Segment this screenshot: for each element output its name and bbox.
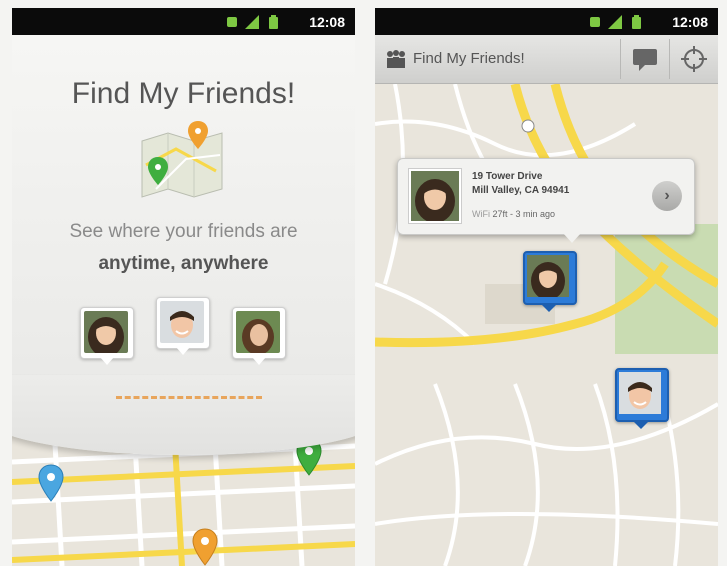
splash-header: Find My Friends! See where your friends … [12,35,355,455]
status-time: 12:08 [309,14,345,30]
android-icon [227,17,237,27]
friends-app-icon [387,50,405,68]
avatar [84,311,128,353]
avatar [619,372,661,414]
friend-avatar-2 [156,297,210,355]
status-bar: 12:08 [375,8,718,35]
friends-map[interactable] [375,82,718,566]
address-line1: 19 Tower Drive [472,171,543,182]
time-ago-label: 3 min ago [515,209,556,219]
details-button[interactable]: › [652,181,682,211]
avatar [527,255,569,297]
friend-avatar-3 [232,307,286,365]
battery-icon [269,15,278,29]
action-bar-title: Find My Friends! [413,50,525,67]
avatar [236,311,280,353]
chevron-right-icon: › [664,187,670,204]
callout-avatar [408,168,462,224]
status-bar: 12:08 [12,8,355,35]
status-icons [227,15,278,29]
locate-button[interactable] [670,35,718,83]
chat-icon [633,49,657,71]
status-icons [590,15,641,29]
signal-icon [608,15,622,29]
callout-tail [563,233,581,243]
friend-map-pin-2[interactable] [615,368,669,430]
friend-map-pin-1[interactable] [523,251,577,313]
orange-map-marker-icon[interactable] [192,528,218,566]
android-icon [590,17,600,27]
address-line2: Mill Valley, CA 94941 [472,185,570,196]
folded-map-icon [141,121,223,198]
blue-map-marker-icon[interactable] [38,464,64,502]
curve-divider [12,375,355,455]
locate-icon [681,46,707,72]
battery-icon [632,15,641,29]
distance-label: 27ft [492,209,508,219]
wifi-label: WiFi [472,209,490,219]
map-screen: 12:08 Find My Friends! 19 Tower Drive Mi… [375,8,718,566]
splash-title: Find My Friends! [71,77,296,110]
chat-button[interactable] [621,35,669,83]
avatar [160,301,204,343]
status-time: 12:08 [672,14,708,30]
dashed-connector [116,396,262,399]
signal-icon [245,15,259,29]
splash-screen: 12:08 Find My Friends! See where your fr… [12,8,355,566]
tagline-line2: anytime, anywhere [98,253,269,274]
friend-avatar-1 [80,307,134,365]
action-bar: Find My Friends! [375,35,718,84]
location-meta: WiFi 27ft - 3 min ago [472,209,556,219]
tagline-line1: See where your friends are [69,221,298,242]
friend-location-callout[interactable]: 19 Tower Drive Mill Valley, CA 94941 WiF… [397,158,695,243]
avatar [411,171,459,221]
